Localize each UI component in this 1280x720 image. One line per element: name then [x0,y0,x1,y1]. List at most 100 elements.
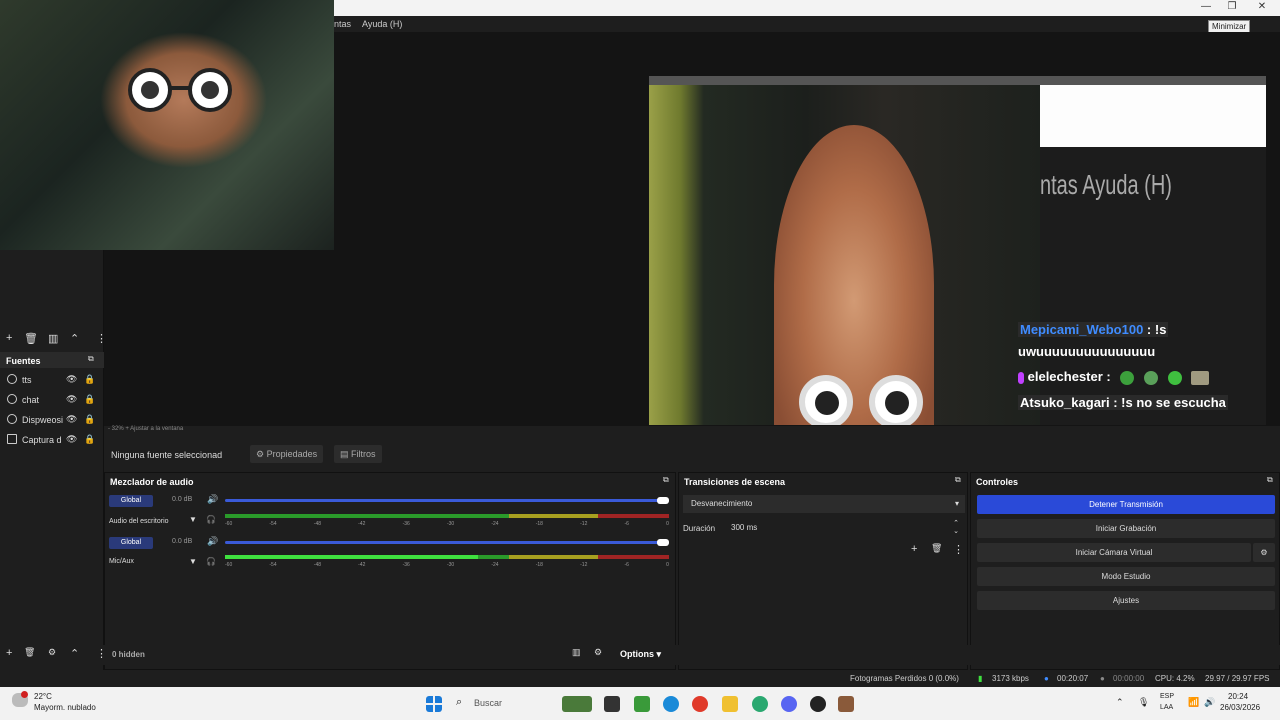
taskbar-search[interactable]: Buscar [474,698,502,708]
chrome-icon[interactable] [692,696,708,712]
track-badge: Global [109,537,153,549]
stream-time: 00:20:07 [1057,674,1089,683]
folder-icon[interactable] [722,696,738,712]
language-2[interactable]: LAA [1160,704,1173,711]
source-item[interactable]: Captura d 👁 🔒 [0,430,104,450]
volume-knob[interactable] [657,497,669,504]
virtual-camera-settings-button[interactable]: ⚙ [1253,543,1275,562]
settings-button[interactable]: Ajustes [977,591,1275,610]
lock-icon: 🔒 [84,414,96,424]
weather-desc[interactable]: Mayorm. nublado [34,703,96,712]
more-icon[interactable]: ⋮ [953,543,964,556]
stop-streaming-button[interactable]: Detener Transmisión [977,495,1275,514]
discord-icon[interactable] [781,696,797,712]
more-icon[interactable]: ⋮ [96,332,107,345]
language-1[interactable]: ESP [1160,693,1174,700]
add-icon[interactable]: + [911,543,917,555]
volume-slider[interactable] [225,541,669,544]
menu-tools[interactable]: ntas [334,19,351,29]
taskview-icon[interactable] [604,696,620,712]
record-icon: ● [1100,674,1105,683]
studio-mode-button[interactable]: Modo Estudio [977,567,1275,586]
speaker-icon[interactable]: 🔊 [207,494,218,505]
obs-icon[interactable] [810,696,826,712]
start-recording-button[interactable]: Iniciar Grabación [977,519,1275,538]
undock-icon[interactable]: ⧉ [955,475,961,485]
source-item[interactable]: chat 👁 🔒 [0,390,104,410]
lock-icon: 🔒 [84,374,96,384]
frog-emote-icon [1120,370,1135,385]
options-button[interactable]: Options ▾ [620,649,661,660]
more-icon[interactable]: ⋮ [96,647,107,660]
start-virtual-camera-button[interactable]: Iniciar Cámara Virtual [977,543,1251,562]
headphones-icon[interactable]: 🎧 [206,557,216,566]
news-widget-icon[interactable] [562,696,592,712]
dropdown-icon[interactable]: ▼ [189,557,197,566]
chat-text: : !s no se escucha [1109,395,1226,410]
move-up-icon[interactable]: ⌃ [70,647,79,660]
webcam-overlay [0,0,334,250]
trash-icon[interactable]: 🗑 [24,332,38,345]
chat-message-1: Mepicami_Webo100 : !s [1018,322,1169,337]
advanced-audio-icon[interactable]: ⚙ [594,647,602,658]
track-badge: Global [109,495,153,507]
close-button[interactable]: ✕ [1252,1,1272,15]
visibility-icon: 👁 [66,394,78,404]
gear-icon[interactable]: ⚙ [48,647,56,658]
volume-icon[interactable]: 🔊 [1204,697,1215,708]
filters-button[interactable]: ▤ Filtros [334,445,382,463]
duration-input[interactable]: 300 ms ⌃ ⌄ [723,519,965,537]
minimize-button[interactable]: — [1196,1,1216,15]
track-name: Mic/Aux [109,558,134,565]
sources-title: Fuentes [6,356,41,366]
transition-select[interactable]: Desvanecimiento ▾ [683,495,965,513]
undock-icon[interactable]: ⧉ [88,354,94,364]
glasses-image [128,68,232,112]
meter-ticks: -60 -54 -48 -42 -36 -30 -24 -18 -12 -6 0 [225,521,669,527]
controls-dock: Controles ⧉ Detener Transmisión Iniciar … [970,472,1280,670]
zoom-controls[interactable]: - 32% + Ajustar a la ventana [108,426,183,432]
trash-icon[interactable]: 🗑 [24,647,35,658]
menu-help[interactable]: Ayuda (H) [362,19,402,29]
app-icon[interactable] [838,696,854,712]
restore-button[interactable]: ❐ [1222,1,1242,15]
visibility-icon: 👁 [66,434,78,444]
minecraft-icon[interactable] [634,696,650,712]
wifi-icon[interactable]: 📶 [1188,697,1199,708]
echo-menu-text: ntas Ayuda (H) [1040,170,1172,202]
chat-username: Atsuko_kagari [1020,395,1110,410]
undock-icon[interactable]: ⧉ [663,475,669,485]
tray-chevron-icon[interactable]: ⌃ [1116,697,1124,708]
undock-icon[interactable]: ⧉ [1267,475,1273,485]
eye-left [799,375,853,425]
add-source-icon[interactable]: + [6,647,12,659]
windows-taskbar: 22°C Mayorm. nublado ⌕ Buscar ⌃ 🎙 ESP LA… [0,687,1280,720]
filter-icon[interactable]: ▥ [48,332,58,345]
signal-icon: ▮ [978,674,983,683]
volume-slider[interactable] [225,499,669,502]
visibility-icon: 👁 [66,414,78,424]
track-name: Audio del escritorio [109,518,169,525]
source-item[interactable]: Dispweosi 👁 🔒 [0,410,104,430]
notification-badge [21,691,28,698]
eye-right [869,375,923,425]
volume-knob[interactable] [657,539,669,546]
move-up-icon[interactable]: ⌃ [70,332,79,345]
windows-start-icon[interactable] [426,696,442,712]
add-scene-icon[interactable]: + [6,332,12,344]
headphones-icon[interactable]: 🎧 [206,515,216,524]
search-icon[interactable]: ⌕ [456,696,462,709]
dropdown-icon[interactable]: ▼ [189,515,197,524]
clock-date[interactable]: 26/03/2026 [1220,703,1260,712]
dropped-frames: Fotogramas Perdidos 0 (0.0%) [850,674,959,683]
whatsapp-icon[interactable] [752,696,768,712]
weather-temp[interactable]: 22°C [34,692,52,701]
mic-tray-icon[interactable]: 🎙 [1138,697,1149,708]
layout-icon[interactable]: ▥ [572,647,581,658]
source-item[interactable]: tts 👁 🔒 [0,370,104,390]
trash-icon[interactable]: 🗑 [931,543,942,554]
properties-button[interactable]: ⚙ Propiedades [250,445,324,463]
clock-time[interactable]: 20:24 [1228,692,1248,701]
speaker-icon[interactable]: 🔊 [207,536,218,547]
edge-icon[interactable] [663,696,679,712]
